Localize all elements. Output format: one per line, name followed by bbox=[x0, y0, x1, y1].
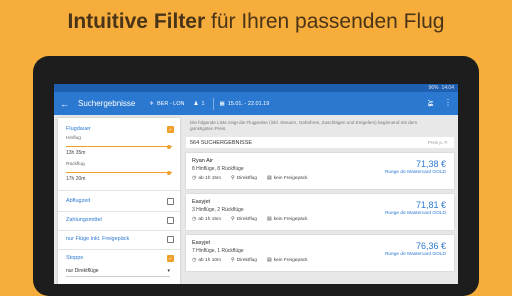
rueckflug-value: 17h 20m bbox=[66, 176, 86, 182]
more-vert-icon[interactable]: ⋮ bbox=[444, 98, 452, 107]
hinflug-value: 13h 35m bbox=[66, 150, 86, 156]
pin-icon: ⚲ bbox=[231, 216, 235, 222]
price: 76,36 € bbox=[415, 241, 446, 251]
flight-type: Direktflug bbox=[236, 258, 257, 263]
battery-text: 96% bbox=[428, 85, 439, 91]
result-card[interactable]: Ryan Air 8 Hinflüge, 8 Rückflüge ◷ ab 1h … bbox=[186, 153, 454, 189]
route-text: BER - LON bbox=[156, 100, 185, 107]
app-screen: 96% 14:04 ← Suchergebnisse ✈ BER - LON ♟… bbox=[54, 84, 458, 284]
filter-flugdauer-label: Flugdauer bbox=[66, 126, 91, 132]
baggage: kein Freigepäck bbox=[273, 176, 308, 181]
flight-count: 7 Hinflüge, 1 Rückflüge bbox=[192, 248, 244, 254]
date-range: 15.01. - 22.01.19 bbox=[227, 100, 270, 107]
suitcase-icon: ▤ bbox=[266, 257, 272, 263]
arrow-left-icon[interactable]: ← bbox=[60, 99, 70, 109]
filter-zahlungsmittel-checkbox[interactable] bbox=[167, 217, 174, 224]
flight-type: Direktflug bbox=[236, 217, 257, 222]
calendar-icon: ▦ bbox=[219, 100, 225, 107]
clock-text: 14:04 bbox=[441, 85, 454, 91]
results-panel: Die folgende Liste zeigt die Flugpreise … bbox=[186, 118, 454, 271]
plane-icon: ✈ bbox=[149, 100, 154, 107]
headline-rest: für Ihren passenden Flug bbox=[205, 10, 445, 33]
result-card[interactable]: Easyjet 7 Hinflüge, 1 Rückflüge ◷ ab 1h 1… bbox=[186, 235, 454, 271]
stopps-select-value: nur Direktflüge bbox=[66, 268, 99, 274]
pin-icon: ⚲ bbox=[231, 257, 235, 263]
clock-icon: ◷ bbox=[192, 257, 197, 263]
flight-type: Direktflug bbox=[236, 176, 257, 181]
price: 71,81 € bbox=[415, 200, 446, 210]
airline-name: Ryan Air bbox=[192, 158, 213, 164]
airline-name: Easyjet bbox=[192, 240, 211, 246]
results-note: Die folgende Liste zeigt die Flugpreise … bbox=[190, 120, 418, 131]
filter-flugdauer-checkbox[interactable]: ✓ bbox=[167, 126, 174, 133]
airline-name: Easyjet bbox=[192, 199, 211, 205]
rueckflug-slider-handle[interactable] bbox=[166, 170, 171, 175]
filter-stopps-checkbox[interactable]: ✓ bbox=[167, 255, 174, 262]
results-count: 564 SUCHERGEBNISSE bbox=[190, 139, 253, 146]
suitcase-icon: ▤ bbox=[266, 175, 272, 181]
flight-meta: ◷ ab 1h 15m ⚲ Direktflug ▤ kein Freigepäck bbox=[192, 216, 308, 222]
headline: Intuitive Filter für Ihren passenden Flu… bbox=[0, 10, 512, 34]
hinflug-slider-handle[interactable] bbox=[166, 144, 171, 149]
share-icon[interactable]: ⪶ bbox=[427, 98, 434, 107]
flight-meta: ◷ ab 1h 15m ⚲ Direktflug ▤ kein Freigepäck bbox=[192, 175, 308, 181]
flight-count: 3 Hinflüge, 2 Rückflüge bbox=[192, 207, 244, 213]
appbar-actions: ⪶ ⋮ bbox=[427, 98, 452, 107]
stopps-select[interactable]: nur Direktflüge ▾ bbox=[66, 267, 170, 277]
filter-stopps-label: Stopps bbox=[66, 255, 84, 261]
duration: ab 1h 15m bbox=[198, 217, 222, 222]
pin-icon: ⚲ bbox=[231, 175, 235, 181]
date-chip[interactable]: ▦ 15.01. - 22.01.19 bbox=[220, 101, 270, 107]
flight-meta: ◷ ab 1h 10m ⚲ Direktflug ▤ kein Freigepäck bbox=[192, 257, 308, 263]
person-icon: ♟ bbox=[193, 100, 199, 107]
card-fee-info: Ruege de Mastercard GOLD bbox=[384, 170, 446, 175]
duration: ab 1h 10m bbox=[198, 258, 222, 263]
filter-zahlungsmittel-label: Zahlungsmittel bbox=[66, 217, 102, 223]
rueckflug-slider-track[interactable] bbox=[66, 172, 172, 173]
flight-count: 8 Hinflüge, 8 Rückflüge bbox=[192, 166, 244, 172]
hinflug-label: Hinflug bbox=[66, 136, 81, 141]
filter-abflugzeit-checkbox[interactable] bbox=[167, 198, 174, 205]
status-bar: 96% 14:04 bbox=[54, 84, 458, 92]
clock-icon: ◷ bbox=[192, 175, 197, 181]
appbar-divider bbox=[212, 97, 214, 110]
sidebar-divider bbox=[58, 190, 180, 191]
app-bar: ← Suchergebnisse ✈ BER - LON ♟ 1 ▦ 15.01… bbox=[54, 92, 458, 115]
filter-freigepaeck-checkbox[interactable] bbox=[167, 236, 174, 243]
passenger-count: 1 bbox=[201, 100, 205, 107]
page-title: Suchergebnisse bbox=[78, 99, 136, 108]
price: 71,38 € bbox=[415, 159, 446, 169]
baggage: kein Freigepäck bbox=[273, 258, 308, 263]
result-card[interactable]: Easyjet 3 Hinflüge, 2 Rückflüge ◷ ab 1h 1… bbox=[186, 194, 454, 230]
results-header: 564 SUCHERGEBNISSE Preis p. P. bbox=[186, 137, 454, 148]
sidebar-divider bbox=[58, 211, 180, 212]
card-fee-info: Ruege de Mastercard GOLD bbox=[384, 211, 446, 216]
route-chip[interactable]: ✈ BER - LON ♟ 1 bbox=[149, 101, 204, 107]
rueckflug-label: Rückflug bbox=[66, 162, 85, 167]
baggage: kein Freigepäck bbox=[273, 217, 308, 222]
sidebar-divider bbox=[58, 230, 180, 231]
hinflug-slider-track[interactable] bbox=[66, 146, 172, 147]
sidebar-divider bbox=[58, 249, 180, 250]
filter-abflugzeit-label: Abflugzeit bbox=[66, 198, 91, 204]
card-fee-info: Ruege de Mastercard GOLD bbox=[384, 252, 446, 257]
clock-icon: ◷ bbox=[192, 216, 197, 222]
price-per-person: Preis p. P. bbox=[427, 140, 448, 145]
duration: ab 1h 15m bbox=[198, 176, 222, 181]
chevron-down-icon: ▾ bbox=[167, 268, 170, 274]
headline-bold: Intuitive Filter bbox=[67, 10, 206, 33]
filter-sidebar: Flugdauer ✓ Hinflug 13h 35m Rückflug 17h… bbox=[58, 118, 180, 284]
filter-freigepaeck-label: nur Flüge inkl. Freigepäck bbox=[66, 236, 130, 242]
suitcase-icon: ▤ bbox=[266, 216, 272, 222]
